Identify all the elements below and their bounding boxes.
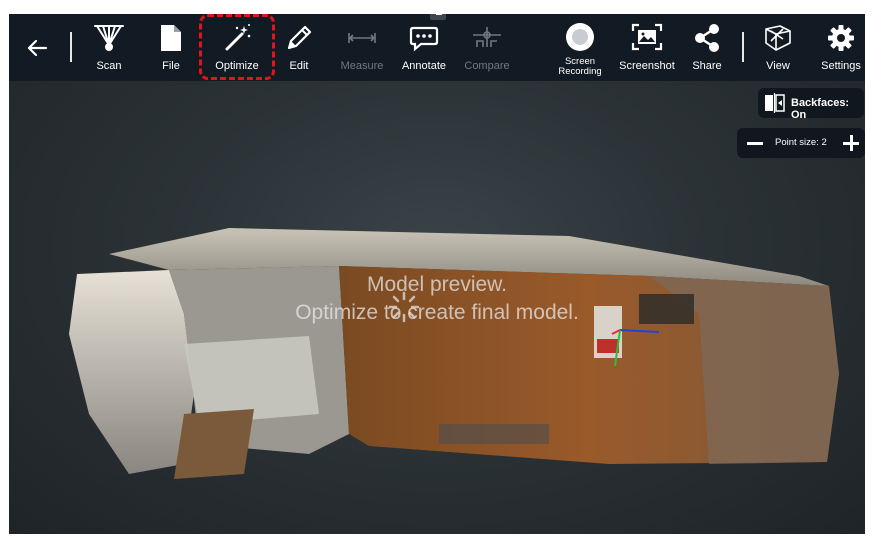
- screenshot-icon: [631, 23, 663, 51]
- measure-button[interactable]: Measure: [335, 14, 389, 81]
- model-preview-text: Model preview.: [366, 273, 508, 296]
- edit-button[interactable]: Edit: [277, 14, 321, 81]
- top-toolbar: Scan File Optimize Edit Measure Annotate…: [9, 14, 865, 81]
- measure-icon: [348, 33, 376, 43]
- screen-recording-button[interactable]: Screen Recording: [553, 14, 607, 81]
- scan-label: Scan: [96, 60, 122, 72]
- share-label: Share: [692, 60, 722, 72]
- backfaces-label: Backfaces: On: [791, 97, 850, 121]
- optimize-hint-text: Optimize to create final model.: [295, 301, 579, 324]
- record-icon: [566, 23, 594, 51]
- point-size-control: Point size: 2: [737, 128, 865, 158]
- gear-icon: [828, 25, 854, 51]
- compare-label: Compare: [464, 60, 510, 72]
- scan-button[interactable]: Scan: [87, 14, 131, 81]
- compare-button[interactable]: Compare: [459, 14, 515, 81]
- share-button[interactable]: Share: [687, 14, 727, 81]
- view-button[interactable]: View: [757, 14, 799, 81]
- backfaces-icon: [765, 93, 785, 113]
- back-button[interactable]: [21, 14, 53, 81]
- share-icon: [695, 24, 719, 52]
- view-cube-icon: [765, 25, 791, 51]
- point-size-decrease-button[interactable]: [745, 134, 765, 152]
- view-label: View: [766, 60, 790, 72]
- edit-label: Edit: [289, 60, 309, 72]
- point-size-label: Point size: 2: [775, 137, 827, 148]
- compare-icon: [473, 27, 501, 47]
- screenshot-label: Screenshot: [619, 60, 675, 72]
- file-icon: [161, 25, 181, 51]
- back-arrow-icon: [27, 39, 48, 57]
- model-floor: [174, 409, 254, 479]
- file-label: File: [162, 60, 180, 72]
- toolbar-divider-2: [742, 32, 744, 62]
- optimize-highlight-annotation: [199, 14, 275, 80]
- screen-recording-label: Screen Recording: [558, 56, 602, 77]
- annotate-icon: [409, 26, 439, 52]
- annotate-button[interactable]: Annotate: [397, 14, 451, 81]
- toolbar-divider: [70, 32, 72, 62]
- file-button[interactable]: File: [149, 14, 193, 81]
- scan-icon: [94, 25, 124, 51]
- annotate-label: Annotate: [401, 60, 447, 72]
- measure-label: Measure: [340, 60, 384, 72]
- pencil-icon: [287, 25, 312, 50]
- screenshot-button[interactable]: Screenshot: [613, 14, 681, 81]
- settings-button[interactable]: Settings: [817, 14, 865, 81]
- settings-label: Settings: [821, 60, 861, 72]
- loading-spinner-icon: [388, 291, 420, 323]
- backfaces-toggle[interactable]: Backfaces: On: [758, 88, 864, 121]
- annotate-badge-icon: [430, 14, 446, 20]
- app-window: Model preview. Optimize to create final …: [9, 14, 865, 534]
- point-size-increase-button[interactable]: [841, 134, 861, 152]
